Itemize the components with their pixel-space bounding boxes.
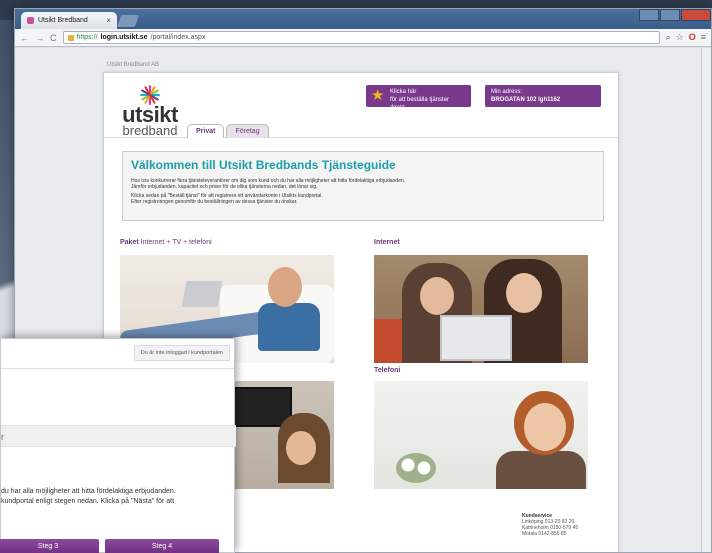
- address-label: Min adress:: [491, 89, 523, 95]
- telefoni-photo[interactable]: [374, 381, 588, 489]
- customer-service-info: Kundservice Linköping 013-20 83 20 Katri…: [522, 513, 578, 537]
- window-controls: [638, 9, 711, 21]
- order-services-button[interactable]: ★ Klicka här för att beställa tjänster d…: [366, 85, 471, 111]
- overlay-section-band: r: [1, 425, 236, 447]
- logo-word-utsikt: utsikt: [122, 102, 178, 127]
- url-path: /portal/index.aspx: [150, 34, 206, 41]
- logo-word-bredband: bredband: [122, 123, 178, 138]
- toolbar-icons: ⌕ ☆ O ≡: [666, 32, 706, 43]
- section-telefoni-title[interactable]: Telefoni: [374, 367, 400, 374]
- tab-privat[interactable]: Privat: [187, 124, 225, 138]
- order-line2: för att beställa tjänster direkt: [390, 97, 450, 111]
- lock-icon: [67, 34, 74, 41]
- overlay-header: Du är inte inloggad i kundportalen: [1, 339, 234, 369]
- company-name-small: Utsikt Bredband AB: [107, 62, 160, 68]
- footer-motala: Motala 0142-855 85: [522, 531, 567, 537]
- favicon-icon: [27, 17, 34, 24]
- step4-button[interactable]: Steg 4: [105, 539, 219, 553]
- login-status: Du är inte inloggad i kundportalen: [133, 345, 230, 361]
- step3-button[interactable]: Steg 3: [0, 539, 99, 553]
- overlay-text-line2: kundportal enligt stegen nedan. Klicka p…: [1, 498, 175, 505]
- browser-tab[interactable]: Utsikt Bredband ×: [21, 12, 117, 29]
- close-window-button[interactable]: [681, 9, 711, 21]
- bookmark-star-icon[interactable]: ☆: [676, 32, 684, 43]
- section-paket-title[interactable]: Paket Internet + TV + telefoni: [120, 239, 212, 246]
- paket-subtitle: Internet + TV + telefoni: [138, 239, 212, 246]
- tab-close-icon[interactable]: ×: [106, 16, 111, 25]
- menu-icon[interactable]: ≡: [701, 32, 706, 43]
- opera-icon[interactable]: O: [689, 32, 696, 43]
- internet-photo[interactable]: [374, 255, 588, 363]
- maximize-button[interactable]: [660, 9, 680, 21]
- paket-label: Paket: [120, 239, 139, 246]
- star-icon: ★: [371, 87, 385, 104]
- tab-title: Utsikt Bredband: [38, 17, 88, 24]
- tab-foretag[interactable]: Företag: [226, 124, 269, 138]
- welcome-text-2b: Efter registreringen genomför du beställ…: [131, 199, 298, 205]
- customer-type-tabs: Privat Företag: [187, 124, 269, 138]
- section-internet-title[interactable]: Internet: [374, 239, 400, 246]
- url-host: login.utsikt.se: [100, 34, 148, 41]
- reload-icon[interactable]: C: [50, 33, 57, 43]
- my-address-box[interactable]: Min adress: BROGATAN 102 lgh1162: [485, 85, 601, 107]
- url-scheme: https://: [76, 34, 98, 41]
- new-tab-button[interactable]: [116, 15, 140, 27]
- welcome-title: Välkommen till Utsikt Bredbands Tjänsteg…: [131, 158, 396, 172]
- right-edge: [701, 48, 711, 552]
- address-bar[interactable]: https://login.utsikt.se/portal/index.asp…: [62, 31, 660, 44]
- address-value: BROGATAN 102 lgh1162: [491, 97, 561, 103]
- utsikt-logo[interactable]: utsikt bredband: [120, 85, 180, 137]
- forward-icon[interactable]: →: [35, 33, 44, 43]
- overlay-text-line1: du har alla möjligheter att hitta fördel…: [1, 488, 176, 495]
- tab-bar: Utsikt Bredband ×: [15, 9, 711, 29]
- logo-burst-icon: [140, 85, 160, 105]
- browser-toolbar: ← → C https://login.utsikt.se/portal/ind…: [15, 29, 711, 47]
- welcome-box: Välkommen till Utsikt Bredbands Tjänsteg…: [122, 151, 604, 221]
- minimize-button[interactable]: [639, 9, 659, 21]
- site-header: utsikt bredband ★ Klicka här för att bes…: [104, 73, 618, 138]
- portal-overlay-window: Du är inte inloggad i kundportalen r du …: [0, 338, 236, 553]
- back-icon[interactable]: ←: [20, 33, 29, 43]
- order-line1: Klicka här: [390, 89, 417, 95]
- overlay-band-label: r: [1, 432, 4, 442]
- welcome-text-1b: Jämför erbjudanden, kapacitet och priser…: [131, 184, 318, 190]
- zoom-icon[interactable]: ⌕: [666, 32, 671, 43]
- overlay-text: du har alla möjligheter att hitta fördel…: [1, 487, 229, 507]
